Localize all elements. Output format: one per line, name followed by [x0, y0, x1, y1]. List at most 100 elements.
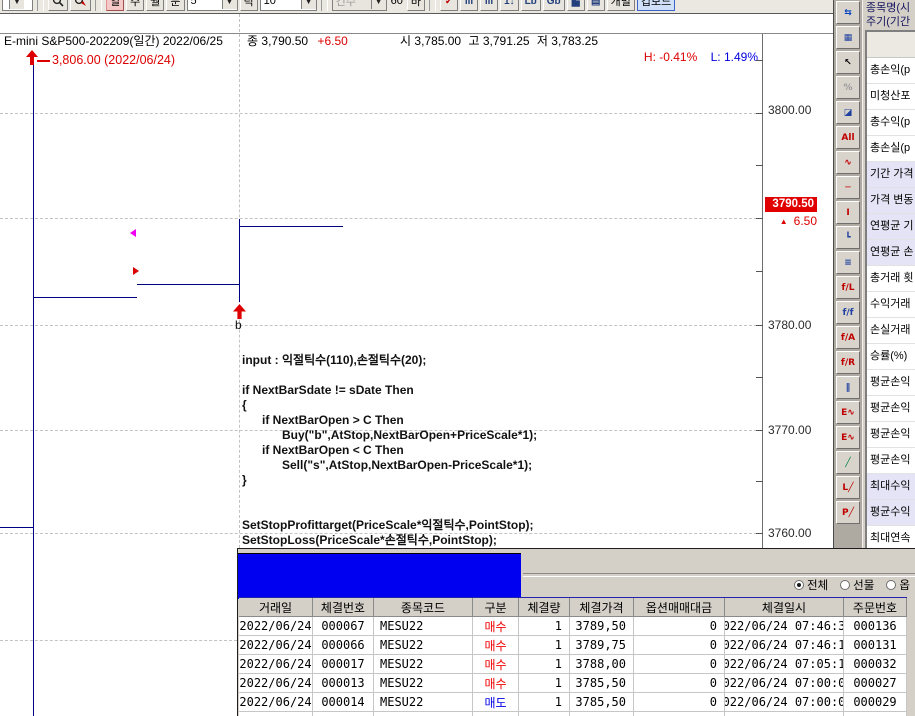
column-header[interactable]: 체결가격	[570, 598, 634, 616]
grid-panel-icon[interactable]: ▦	[836, 26, 860, 49]
column-header[interactable]: 체결일시	[725, 598, 844, 616]
column-header[interactable]: 구분	[473, 598, 519, 616]
radio-icon	[840, 580, 850, 590]
magnifier-back-icon	[74, 0, 87, 7]
axis-tick	[756, 165, 763, 166]
pencil-icon[interactable]: ╱	[836, 451, 860, 474]
histogram-icon[interactable]: ılı	[460, 0, 478, 11]
chevron-down-icon: ▼	[9, 0, 24, 9]
fib-line-icon[interactable]: f/L	[836, 276, 860, 299]
label-left-icon[interactable]: Lb	[521, 0, 541, 11]
filter-radio-옵[interactable]: 옵	[886, 577, 910, 593]
report-row: 총손익(p	[867, 58, 915, 84]
column-header[interactable]: 종목코드	[374, 598, 473, 616]
toolbar-separator	[95, 0, 102, 11]
pointer-icon[interactable]: ↖	[836, 51, 860, 74]
table-filler-row	[239, 712, 907, 716]
eraser-icon[interactable]: ◪	[836, 101, 860, 124]
panel-title-bar[interactable]	[238, 553, 521, 599]
table-row[interactable]: 2022/06/24000014MESU22 매도 1 3785,5002022…	[239, 693, 907, 712]
column-header[interactable]: 체결량	[519, 598, 570, 616]
label-right-icon: Gb	[547, 0, 561, 7]
report-row: 손실거래	[867, 318, 915, 344]
horizontal-line-icon[interactable]: ─	[836, 176, 860, 199]
fib-fan-icon[interactable]: f/f	[836, 301, 860, 324]
trend-chart-icon[interactable]: ∿	[836, 151, 860, 174]
minute-count-combo[interactable]: 5▼	[187, 0, 238, 11]
histogram2-icon[interactable]: ılı	[480, 0, 498, 11]
trading-app-window: ▼ 일 주 월 분 5▼ 틱 10▼ 건수▼ 60 바 ✓ılıılı1↓LbG…	[0, 0, 915, 716]
radio-label: 옵	[899, 577, 910, 593]
filter-radio-선물[interactable]: 선물	[840, 577, 874, 593]
bar-button[interactable]: 바	[407, 0, 425, 11]
chevron-down-icon: ▼	[301, 0, 316, 9]
elliott-wave2-icon[interactable]: E∿	[836, 426, 860, 449]
label-right-icon[interactable]: Gb	[543, 0, 565, 11]
axis-tick	[756, 218, 763, 219]
current-change: ▲6.50	[765, 214, 817, 228]
fib-arc-icon[interactable]: f/A	[836, 326, 860, 349]
table-row[interactable]: 2022/06/24000017MESU22 매수 1 3788,0002022…	[239, 655, 907, 674]
report-row: 미청산포	[867, 84, 915, 110]
axis-price-label: 3770.00	[768, 423, 826, 437]
chart-line-segment	[239, 226, 343, 227]
period-minute-button[interactable]: 분	[166, 0, 184, 11]
filter-radio-group: 전체 선물 옵	[794, 577, 910, 593]
multi-line-icon[interactable]: ≡	[836, 251, 860, 274]
table-row[interactable]: 2022/06/24000013MESU22 매수 1 3785,5002022…	[239, 674, 907, 693]
column-header[interactable]: 주문번호	[844, 598, 907, 616]
parallel-channel-icon[interactable]: ∥	[836, 376, 860, 399]
gridline	[0, 218, 762, 219]
report-row: 평균손익	[867, 370, 915, 396]
buy-signal-label: b	[235, 318, 242, 332]
symbol-combo[interactable]: ▼	[2, 0, 33, 11]
label-left-icon: Lb	[525, 0, 537, 7]
axis-price-label: 3780.00	[768, 318, 826, 332]
step-line-icon[interactable]: ┗	[836, 226, 860, 249]
eraser-all-icon[interactable]: All	[836, 126, 860, 149]
count-combo-disabled: 건수▼	[332, 0, 387, 11]
chart-line-segment	[33, 297, 137, 298]
period-tick-button[interactable]: 틱	[240, 0, 258, 11]
pivot-icon[interactable]: P╱	[836, 501, 860, 524]
histogram-icon: ılı	[465, 0, 473, 7]
axis-tick	[756, 325, 763, 326]
low-percent: L: 1.49%	[711, 50, 758, 64]
chart-line-segment	[137, 284, 240, 285]
signal-check-icon[interactable]: ✓	[440, 0, 458, 11]
column-header[interactable]: 체결번호	[313, 598, 374, 616]
keyboard-button[interactable]: 킵보드	[637, 0, 675, 11]
tick-count-combo[interactable]: 10▼	[260, 0, 317, 11]
zoom-in-button[interactable]	[48, 0, 68, 11]
table-row[interactable]: 2022/06/24000067MESU22 매수 1 3789,5002022…	[239, 617, 907, 636]
period-week-button[interactable]: 주	[126, 0, 144, 11]
save-chart-icon: ▙	[572, 0, 580, 7]
swap-arrows-icon[interactable]: ⇆	[836, 1, 860, 24]
buy-marker-icon	[133, 267, 139, 275]
report-row: 총수익(p	[867, 110, 915, 136]
percent-icon[interactable]: %	[836, 76, 860, 99]
chart-line-segment	[239, 219, 240, 302]
column-header[interactable]: 거래일	[239, 598, 313, 616]
period-month-button[interactable]: 월	[146, 0, 164, 11]
save-chart-icon[interactable]: ▙	[567, 0, 585, 11]
fib-retrace-icon[interactable]: f/R	[836, 351, 860, 374]
price-axis[interactable]: 3790.50 ▲6.50 3800.003780.003770.003760.…	[762, 34, 834, 548]
zoom-back-button[interactable]	[70, 0, 91, 11]
filter-radio-전체[interactable]: 전체	[794, 577, 828, 593]
period-day-button[interactable]: 일	[106, 0, 124, 11]
band-icon[interactable]: ▤	[587, 0, 605, 11]
header-divider	[0, 33, 833, 34]
hl-percent: H: -0.41% L: 1.49%	[598, 50, 758, 64]
sort-arrow-icon[interactable]: 1↓	[500, 0, 519, 11]
chart-line-segment	[0, 527, 33, 528]
individual-button[interactable]: 개별	[607, 0, 635, 11]
elliott-wave-icon[interactable]: E∿	[836, 401, 860, 424]
low-high-icon[interactable]: L╱	[836, 476, 860, 499]
column-header[interactable]: 옵션매매대금	[634, 598, 725, 616]
table-row[interactable]: 2022/06/24000066MESU22 매수 1 3789,7502022…	[239, 636, 907, 655]
execution-table: 거래일체결번호종목코드구분체결량체결가격옵션매매대금체결일시주문번호 2022/…	[239, 597, 907, 716]
quote-ohl: 시 3,785.00 고 3,791.25 저 3,783.25	[400, 32, 598, 49]
report-row: 연평균 손	[867, 240, 915, 266]
vertical-range-icon[interactable]: I	[836, 201, 860, 224]
